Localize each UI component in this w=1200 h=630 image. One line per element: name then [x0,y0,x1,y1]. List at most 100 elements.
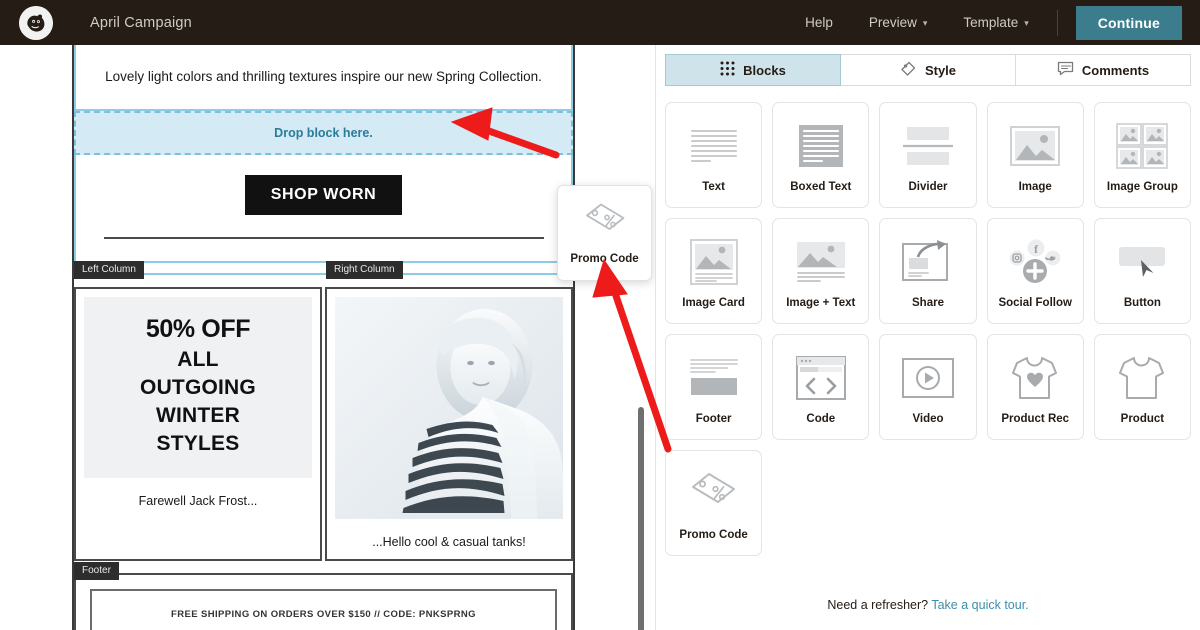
shop-worn-button[interactable]: SHOP WORN [244,174,403,215]
blocks-panel: Blocks Style Comments Text Boxed Text Di… [655,45,1200,630]
block-label: Video [912,413,944,425]
tab-blocks[interactable]: Blocks [665,54,841,86]
chevron-down-icon: ▾ [922,18,928,28]
block-tile-share[interactable]: Share [879,218,977,324]
block-tile-image-text[interactable]: Image + Text [772,218,870,324]
footer-block[interactable]: FREE SHIPPING ON ORDERS OVER $150 // COD… [74,572,573,630]
block-label: Image Card [682,297,745,309]
template-label: Template [963,15,1019,30]
right-column[interactable]: ...Hello cool & casual tanks! [325,286,573,561]
free-shipping-bar: FREE SHIPPING ON ORDERS OVER $150 // COD… [90,588,557,630]
button-block[interactable]: SHOP WORN [74,154,573,263]
block-tile-code[interactable]: Code [772,334,870,440]
dragged-tile-label: Promo Code [570,253,639,265]
footer-tag: Footer [74,561,119,580]
boxed-text-icon [796,117,846,175]
two-column-section: Left Column Right Column 50% OFF ALL OUT… [74,260,573,561]
block-tile-promo-code[interactable]: Promo Code [665,450,763,556]
social-follow-icon: f [1007,233,1063,291]
nav-divider [1056,9,1058,36]
block-label: Share [912,297,944,309]
tab-comments[interactable]: Comments [1016,54,1191,86]
refresher-prompt: Need a refresher? Take a quick tour. [656,598,1200,612]
drop-zone-label: Drop block here. [274,125,373,140]
intro-text: Lovely light colors and thrilling textur… [105,69,542,84]
tshirt-heart-icon [1010,349,1060,407]
promo-tag-percent-icon [582,201,628,248]
divider-icon [901,117,955,175]
button-cursor-icon [1115,233,1169,291]
text-lines-icon [687,117,741,175]
block-label: Footer [695,413,732,425]
block-label: Promo Code [679,529,748,541]
mailchimp-campaign-editor: April Campaign Help Preview ▾ Template ▾… [0,0,1200,630]
block-tile-product[interactable]: Product [1093,334,1191,440]
tab-style-label: Style [924,62,957,78]
tab-blocks-label: Blocks [743,62,786,78]
block-tile-image[interactable]: Image [986,102,1084,208]
promo-text-panel: 50% OFF ALL OUTGOING WINTER STYLES [84,296,312,478]
footer-icon [687,349,741,407]
block-tile-text[interactable]: Text [665,102,763,208]
text-block-selected[interactable]: Lovely light colors and thrilling textur… [74,45,573,111]
share-arrow-icon [901,233,955,291]
left-column-tag: Left Column [74,260,144,279]
divider-rule [103,236,544,239]
block-tile-image-card[interactable]: Image Card [665,218,763,324]
preview-label: Preview [868,15,917,30]
preview-menu[interactable]: Preview ▾ [851,0,946,45]
block-tile-product-rec[interactable]: Product Rec [986,334,1084,440]
grid-dots-icon [720,61,735,79]
free-shipping-text: FREE SHIPPING ON ORDERS OVER $150 // COD… [171,608,476,620]
template-menu[interactable]: Template ▾ [945,0,1046,45]
drop-zone[interactable]: Drop block here. [74,110,573,155]
refresher-text: Need a refresher? [827,598,929,612]
help-label: Help [805,15,833,30]
block-label: Button [1123,297,1161,309]
dragged-promo-code-tile[interactable]: Promo Code [557,185,652,281]
block-label: Product [1120,413,1165,425]
block-label: Divider [908,181,948,193]
block-tile-button[interactable]: Button [1093,218,1191,324]
block-label: Image Group [1106,181,1178,193]
comment-bubble-icon [1057,61,1074,79]
tab-comments-label: Comments [1081,62,1150,78]
model-photo [335,296,563,519]
block-tile-video[interactable]: Video [879,334,977,440]
block-tile-social-follow[interactable]: f Social Follow [986,218,1084,324]
take-a-quick-tour-link[interactable]: Take a quick tour. [931,598,1028,612]
blocks-grid: Text Boxed Text Divider Image Image Grou… [656,86,1200,556]
right-column-caption: ...Hello cool & casual tanks! [372,534,526,549]
block-label: Code [806,413,836,425]
promo-line-2: ALL [177,347,219,371]
top-bar: April Campaign Help Preview ▾ Template ▾… [0,0,1200,45]
block-tile-image-group[interactable]: Image Group [1093,102,1191,208]
chevron-down-icon: ▾ [1024,18,1029,28]
panel-tabs: Blocks Style Comments [656,45,1200,86]
email-template: Lovely light colors and thrilling textur… [72,45,575,630]
promo-line-5: STYLES [156,431,240,455]
continue-button[interactable]: Continue [1075,5,1182,40]
block-label: Text [702,181,725,193]
right-column-tag: Right Column [326,260,403,279]
block-label: Product Rec [1001,413,1070,425]
promo-line-1: 50% OFF [145,314,251,343]
block-tile-boxed-text[interactable]: Boxed Text [772,102,870,208]
canvas-scrollbar[interactable] [638,407,644,630]
image-group-icon [1116,117,1169,175]
promo-line-3: OUTGOING [140,375,256,399]
tab-style[interactable]: Style [841,54,1016,86]
block-tile-footer[interactable]: Footer [665,334,763,440]
help-menu[interactable]: Help [787,0,851,45]
block-label: Boxed Text [790,181,852,193]
email-canvas[interactable]: Lovely light colors and thrilling textur… [0,45,655,630]
left-column[interactable]: 50% OFF ALL OUTGOING WINTER STYLES Farew… [74,286,322,561]
image-icon [1009,117,1061,175]
block-label: Image [1018,181,1052,193]
promo-line-4: WINTER [155,403,241,427]
tshirt-icon [1117,349,1167,407]
block-tile-divider[interactable]: Divider [879,102,977,208]
logo-container[interactable] [0,0,72,45]
code-brackets-icon [795,349,847,407]
tag-icon [900,60,917,80]
